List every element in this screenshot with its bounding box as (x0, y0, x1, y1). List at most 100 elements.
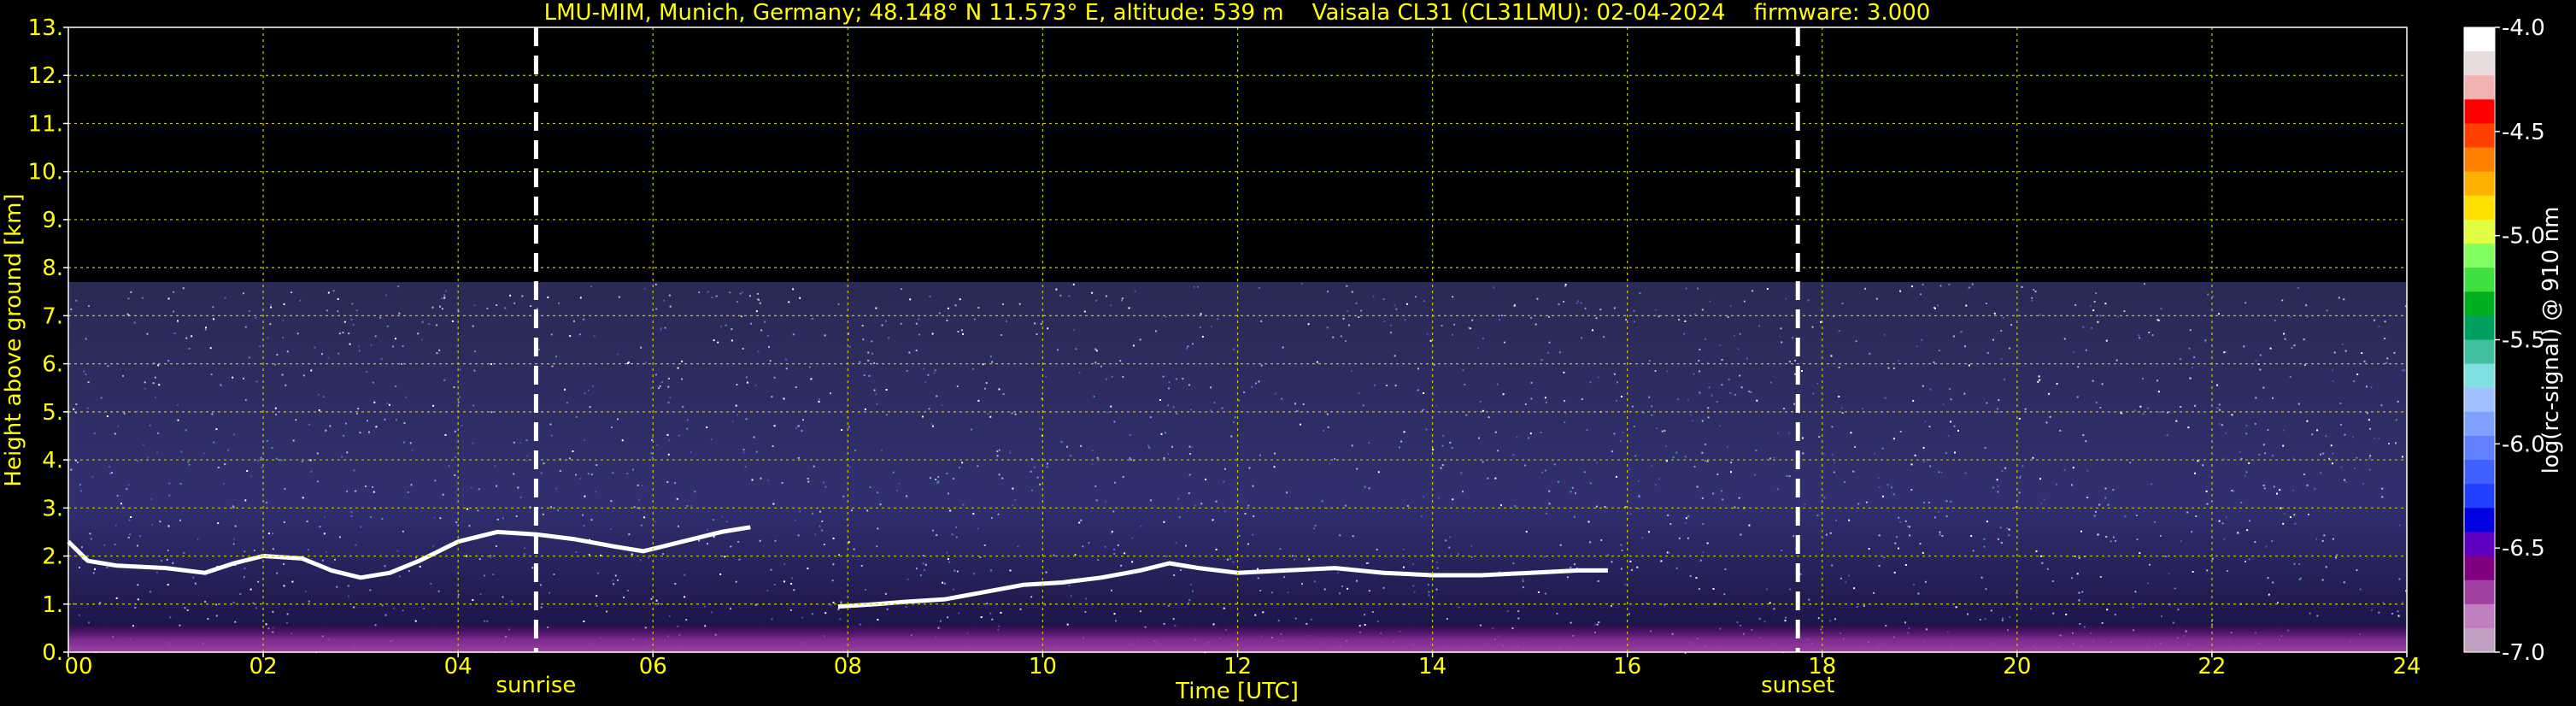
speckle-dot (783, 397, 785, 400)
speckle-dot (204, 328, 207, 331)
speckle-dot (304, 591, 307, 593)
speckle-dot (584, 439, 586, 442)
speckle-dot (959, 467, 961, 469)
speckle-dot (880, 449, 883, 451)
speckle-dot (657, 603, 660, 605)
speckle-dot (179, 519, 181, 521)
speckle-dot (173, 332, 176, 335)
speckle-dot (2078, 599, 2080, 602)
speckle-dot (772, 445, 774, 447)
speckle-dot (1188, 492, 1190, 495)
speckle-dot (114, 544, 116, 546)
speckle-dot (1360, 309, 1363, 312)
speckle-dot (1730, 471, 1732, 474)
speckle-dot (1613, 432, 1616, 435)
speckle-dot (1808, 598, 1810, 601)
y-tick-label: 8. (42, 256, 63, 281)
speckle-dot (2177, 609, 2180, 611)
speckle-dot (160, 560, 162, 562)
speckle-dot (946, 319, 948, 321)
speckle-dot (1897, 360, 1899, 362)
speckle-dot (759, 302, 761, 304)
speckle-dot (149, 591, 151, 593)
speckle-dot (1162, 375, 1165, 378)
speckle-dot (167, 584, 169, 586)
speckle-dot (2175, 420, 2178, 422)
speckle-dot (1740, 533, 1742, 536)
speckle-dot (1558, 351, 1561, 354)
speckle-dot (592, 385, 595, 387)
speckle-dot (274, 407, 277, 409)
speckle-dot (953, 478, 955, 479)
speckle-dot (2135, 515, 2138, 516)
speckle-dot (1823, 497, 1826, 499)
speckle-dot (1435, 561, 1438, 563)
speckle-dot (513, 441, 515, 444)
speckle-dot (177, 320, 179, 322)
speckle-dot (1704, 459, 1706, 462)
speckle-dot (977, 527, 979, 530)
speckle-dot (1811, 326, 1814, 328)
speckle-dot (1892, 493, 1895, 496)
speckle-dot (2306, 484, 2309, 486)
speckle-dot (568, 457, 571, 460)
speckle-dot (1683, 332, 1686, 335)
speckle-dot (1522, 580, 1524, 582)
speckle-dot (1326, 327, 1329, 329)
speckle-dot (807, 568, 809, 570)
speckle-dot (321, 353, 323, 356)
speckle-dot (296, 332, 299, 335)
speckle-dot (2245, 471, 2248, 474)
speckle-dot (215, 615, 218, 617)
speckle-dot (144, 387, 146, 390)
speckle-dot (2386, 357, 2389, 360)
speckle-dot (1755, 450, 1757, 451)
speckle-dot (2001, 470, 2004, 472)
speckle-dot (2331, 462, 2333, 465)
speckle-dot (2040, 503, 2043, 505)
speckle-dot (2244, 474, 2246, 477)
speckle-dot (1441, 325, 1443, 327)
speckle-dot (935, 479, 937, 480)
speckle-dot (1770, 381, 1772, 384)
speckle-dot (1478, 437, 1480, 439)
speckle-dot (1707, 407, 1710, 409)
speckle-dot (2331, 369, 2333, 372)
speckle-dot (234, 525, 237, 527)
speckle-dot (582, 514, 584, 516)
speckle-dot (401, 362, 403, 365)
speckle-dot (2402, 601, 2404, 603)
speckle-dot (1182, 378, 1184, 380)
speckle-dot (1589, 541, 1592, 544)
speckle-dot (990, 517, 993, 519)
speckle-dot (127, 484, 130, 486)
speckle-dot (830, 392, 832, 395)
speckle-dot (1258, 380, 1260, 383)
speckle-dot (213, 441, 215, 444)
speckle-dot (2101, 383, 2104, 385)
speckle-dot (1394, 355, 1396, 357)
speckle-dot (444, 433, 447, 436)
speckle-dot (89, 532, 91, 535)
speckle-dot (2239, 451, 2241, 453)
speckle-dot (388, 403, 390, 406)
speckle-dot (807, 480, 810, 483)
speckle-dot (2030, 608, 2033, 610)
speckle-dot (1788, 361, 1791, 363)
speckle-dot (1110, 589, 1112, 591)
y-tick-label: 6. (42, 352, 63, 378)
speckle-dot (1512, 454, 1515, 456)
speckle-dot (1788, 432, 1791, 434)
speckle-dot (1637, 480, 1640, 482)
speckle-dot (266, 439, 268, 442)
speckle-dot (1909, 534, 1911, 537)
speckle-dot (1094, 485, 1097, 487)
speckle-dot (2139, 405, 2142, 408)
speckle-dot (117, 425, 120, 427)
y-tick-label: 3. (42, 496, 63, 521)
speckle-dot (1094, 362, 1097, 364)
speckle-dot (192, 576, 195, 579)
speckle-dot (1878, 564, 1881, 567)
speckle-dot (2086, 469, 2089, 472)
speckle-dot (1696, 485, 1699, 488)
